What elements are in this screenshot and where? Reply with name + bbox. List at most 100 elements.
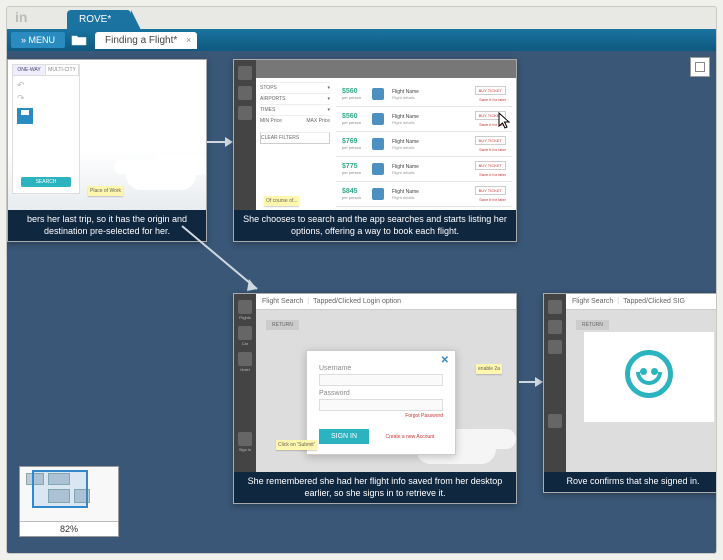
buy-button[interactable]: BUY TICKET (475, 186, 506, 195)
tab-multicity[interactable]: MULTI-CITY (46, 65, 79, 75)
save-link[interactable]: Save it for later (475, 97, 506, 102)
storyboard-frame-4[interactable]: Flight Search | Tapped/Clicked SIG RETUR… (543, 293, 716, 493)
sticky-note[interactable]: Click on 'Submit' (276, 440, 317, 450)
flight-name: Flight NameFlight details (388, 114, 475, 125)
storyboard-frame-1[interactable]: ONE-WAY MULTI-CITY ↶ ↷ SEARCH Place of W… (7, 59, 207, 242)
storyboard-frame-2[interactable]: STOPS▾ AIRPORTS▾ TIMES▾ MIN PriceMAX Pri… (233, 59, 517, 242)
airline-icon (372, 88, 384, 100)
buy-button[interactable]: BUY TICKET (475, 86, 506, 95)
flight-name: Flight NameFlight details (388, 89, 475, 100)
nav-icon (238, 86, 252, 100)
menu-bar: » MENU Finding a Flight* × (7, 29, 716, 51)
username-input[interactable] (319, 374, 443, 386)
airline-icon (372, 163, 384, 175)
price: $560 (342, 113, 372, 120)
buy-button[interactable]: BUY TICKET (475, 136, 506, 145)
hotel-icon (238, 352, 252, 366)
undo-icon: ↶ (17, 80, 75, 91)
save-link[interactable]: Save it for later (475, 197, 506, 202)
sidebar-dark (544, 294, 566, 472)
breadcrumb-item: Flight Search (262, 298, 303, 305)
signin-icon (238, 432, 252, 446)
document-title: Finding a Flight* (105, 35, 177, 46)
smiley-icon (625, 350, 673, 398)
sidebar-dark (234, 60, 256, 210)
confirmation-card (584, 332, 714, 422)
breadcrumb: Flight Search | Tapped/Clicked SIG (566, 294, 716, 310)
storyboard-frame-3[interactable]: Flights Car Hotel Sign in Flight Search … (233, 293, 517, 504)
chevron-down-icon: ▾ (327, 85, 330, 91)
signin-dialog: ✕ Username Password Forgot Password SIGN… (306, 350, 456, 455)
flight-row[interactable]: $775per personFlight NameFlight detailsB… (336, 157, 512, 182)
close-icon[interactable]: ✕ (441, 355, 449, 366)
password-label: Password (319, 390, 443, 397)
folder-icon[interactable] (71, 33, 87, 47)
arrow-head-icon (535, 377, 543, 387)
clear-filters-button[interactable]: CLEAR FILTERS (260, 132, 330, 144)
minimap[interactable]: 82% (19, 466, 119, 537)
create-account-link[interactable]: Create a new Account (386, 434, 435, 440)
sticky-note[interactable]: Of course of... (264, 196, 299, 206)
hotel-icon (548, 340, 562, 354)
nav-icon (238, 66, 252, 80)
breadcrumb-item: Flight Search (572, 298, 613, 305)
flight-name: Flight NameFlight details (388, 164, 475, 175)
storyboard-canvas[interactable]: ONE-WAY MULTI-CITY ↶ ↷ SEARCH Place of W… (7, 51, 716, 553)
screen-header (256, 60, 516, 78)
price: $769 (342, 138, 372, 145)
chevron-down-icon: ▾ (327, 96, 330, 102)
flight-row[interactable]: $560per personFlight NameFlight detailsB… (336, 107, 512, 132)
save-icon (17, 108, 33, 124)
search-button[interactable]: SEARCH (21, 177, 71, 187)
results-list: $560per personFlight NameFlight detailsB… (336, 82, 512, 206)
redo-icon: ↷ (17, 93, 75, 104)
buy-button[interactable]: BUY TICKET (475, 111, 506, 120)
username-label: Username (319, 365, 443, 372)
arrow-head-icon (225, 137, 233, 147)
frame-caption: Rove confirms that she signed in. (544, 472, 716, 492)
flights-icon (548, 300, 562, 314)
panel-toggle-icon[interactable] (690, 57, 710, 77)
minimap-viewport[interactable] (32, 470, 88, 508)
sidebar-dark: Flights Car Hotel Sign in (234, 294, 256, 472)
tab-return[interactable]: RETURN (266, 320, 299, 330)
sticky-note[interactable]: enable 2a (476, 364, 502, 374)
flight-row[interactable]: $769per personFlight NameFlight detailsB… (336, 132, 512, 157)
flight-name: Flight NameFlight details (388, 139, 475, 150)
flight-row[interactable]: $560per personFlight NameFlight detailsB… (336, 82, 512, 107)
save-link[interactable]: Save it for later (475, 172, 506, 177)
nav-icon (238, 106, 252, 120)
save-link[interactable]: Save it for later (475, 147, 506, 152)
app-logo: in (15, 9, 27, 25)
app-frame: in ROVE* » MENU Finding a Flight* × ONE-… (6, 6, 717, 554)
frame-caption: She remembered she had her flight info s… (234, 472, 516, 503)
close-icon[interactable]: × (186, 35, 191, 45)
filter-panel: STOPS▾ AIRPORTS▾ TIMES▾ MIN PriceMAX Pri… (260, 82, 330, 144)
password-input[interactable] (319, 399, 443, 411)
zoom-level[interactable]: 82% (20, 521, 118, 536)
breadcrumb: Flight Search | Tapped/Clicked Login opt… (256, 294, 516, 310)
menu-button[interactable]: » MENU (11, 32, 65, 48)
car-icon (238, 326, 252, 340)
chevron-down-icon: ▾ (327, 107, 330, 113)
forgot-link[interactable]: Forgot Password (405, 413, 443, 419)
price: $560 (342, 88, 372, 95)
airline-icon (372, 138, 384, 150)
flights-icon (238, 300, 252, 314)
tab-return[interactable]: RETURN (576, 320, 609, 330)
document-tab[interactable]: Finding a Flight* × (95, 32, 197, 49)
buy-button[interactable]: BUY TICKET (475, 161, 506, 170)
project-tab[interactable]: ROVE* (67, 10, 131, 29)
flight-row[interactable]: $845per personFlight NameFlight detailsB… (336, 182, 512, 207)
load-more-link[interactable]: Load Matching Flights (336, 207, 512, 210)
tab-oneway[interactable]: ONE-WAY (13, 65, 46, 75)
arrow-connector (177, 221, 277, 301)
sticky-note[interactable]: Place of Work (88, 186, 123, 196)
cloud-graphic (126, 160, 196, 190)
airline-icon (372, 113, 384, 125)
titlebar: in ROVE* (7, 7, 716, 29)
signin-button[interactable]: SIGN IN (319, 429, 369, 444)
signin-icon (548, 414, 562, 428)
search-panel: ONE-WAY MULTI-CITY ↶ ↷ SEARCH (12, 64, 80, 194)
save-link[interactable]: Save it for later (475, 122, 506, 127)
